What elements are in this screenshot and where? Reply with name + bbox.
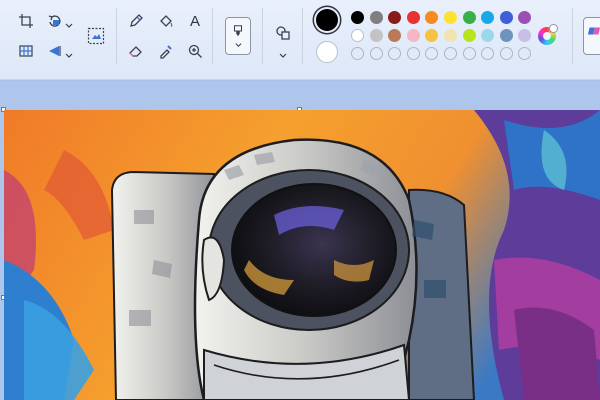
color-swatch[interactable] [518,11,532,24]
color-swatch[interactable] [406,11,420,24]
color-swatch[interactable] [518,29,532,42]
toolbar-divider [262,8,263,64]
color-swatch[interactable] [499,11,513,24]
toolbar-divider [212,8,213,64]
fill-icon[interactable] [155,10,177,32]
color-swatch[interactable] [369,29,383,42]
flip-icon[interactable] [44,40,66,62]
text-tool-glyph: A [189,12,200,30]
shapes-icon[interactable] [272,22,294,44]
copilot-button[interactable] [583,17,600,55]
toolbar-divider [302,8,303,64]
color-swatch[interactable] [351,11,364,24]
ribbon-toolbar: A [0,0,600,80]
custom-color-slot[interactable] [518,47,532,60]
custom-color-slot[interactable] [444,47,457,60]
secondary-color[interactable] [316,41,338,63]
toolbar-divider [572,8,573,64]
color-swatch[interactable] [351,29,364,42]
color-swatch[interactable] [444,11,457,24]
color-swatch[interactable] [406,29,420,42]
color-swatch[interactable] [462,29,476,42]
toolbar-divider [116,8,117,64]
crop-icon[interactable] [15,10,37,32]
rotate-icon[interactable] [44,10,66,32]
color-swatch[interactable] [369,11,383,24]
add-color-icon[interactable] [549,24,558,33]
resize-icon[interactable] [15,40,37,62]
astronaut-painting [4,110,600,400]
color-swatch[interactable] [425,29,439,42]
custom-color-slot[interactable] [462,47,476,60]
select-icon[interactable] [84,24,108,48]
custom-color-slot[interactable] [388,47,402,60]
color-swatch[interactable] [388,29,402,42]
chevron-down-icon[interactable] [65,46,73,58]
chevron-down-icon[interactable] [65,16,73,28]
chevron-down-icon[interactable] [279,46,287,58]
drawing-canvas[interactable] [4,110,600,400]
color-swatch[interactable] [388,11,402,24]
custom-color-slot[interactable] [499,47,513,60]
brush-button[interactable] [225,17,251,55]
custom-color-slot[interactable] [369,47,383,60]
color-swatch[interactable] [481,11,495,24]
eraser-icon[interactable] [125,40,147,62]
color-swatch[interactable] [444,29,457,42]
custom-color-slot[interactable] [425,47,439,60]
magnifier-icon[interactable] [184,40,206,62]
primary-color[interactable] [316,9,338,31]
color-swatch[interactable] [481,29,495,42]
custom-color-slot[interactable] [481,47,495,60]
color-swatch[interactable] [499,29,513,42]
brush-icon [233,25,243,37]
text-icon[interactable]: A [184,10,206,32]
chevron-down-icon [235,43,241,47]
pencil-icon[interactable] [125,10,147,32]
color-swatch[interactable] [425,11,439,24]
color-picker-icon[interactable] [155,40,177,62]
custom-color-slot[interactable] [351,47,364,60]
color-swatch[interactable] [462,11,476,24]
custom-color-slot[interactable] [406,47,420,60]
copilot-icon [587,27,600,35]
